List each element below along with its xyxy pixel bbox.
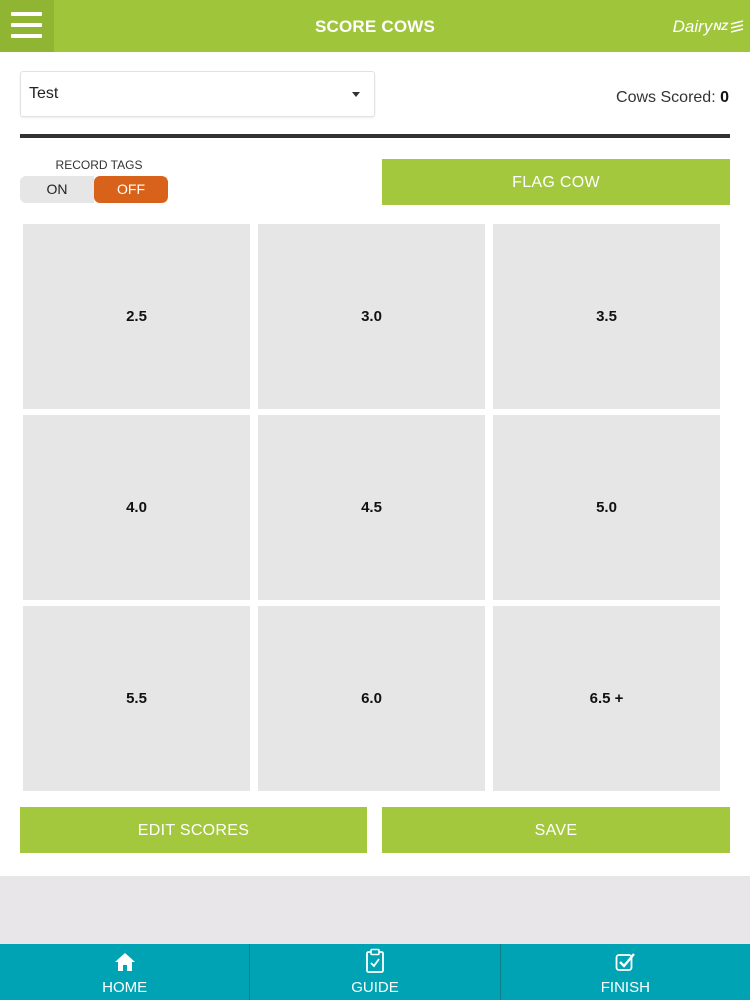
record-tags-label: RECORD TAGS: [55, 158, 143, 172]
score-button[interactable]: 5.0: [493, 415, 720, 600]
edit-scores-button[interactable]: EDIT SCORES: [20, 807, 367, 853]
herd-select-value: Test: [29, 85, 59, 102]
score-button[interactable]: 3.0: [258, 224, 485, 409]
record-tags-off[interactable]: OFF: [94, 176, 168, 203]
score-button[interactable]: 3.5: [493, 224, 720, 409]
cows-scored: Cows Scored: 0: [616, 89, 729, 107]
empty-area: [0, 876, 750, 944]
logo-suffix: NZ: [713, 21, 728, 33]
caret-down-icon: [352, 92, 360, 97]
save-button[interactable]: SAVE: [382, 807, 730, 853]
score-button[interactable]: 2.5: [23, 224, 250, 409]
logo-swoosh-icon: [730, 20, 744, 33]
herd-select[interactable]: Test: [20, 71, 375, 117]
divider: [20, 134, 730, 138]
bottom-nav: HOME GUIDE FINISH: [0, 944, 750, 1000]
score-button[interactable]: 4.5: [258, 415, 485, 600]
nav-finish-label: FINISH: [600, 979, 650, 996]
record-tags-on[interactable]: ON: [20, 176, 94, 203]
score-grid: 2.5 3.0 3.5 4.0 4.5 5.0 5.5 6.0 6.5 +: [23, 224, 720, 792]
nav-finish[interactable]: FINISH: [499, 944, 750, 1000]
score-button[interactable]: 4.0: [23, 415, 250, 600]
flag-cow-button[interactable]: FLAG COW: [382, 159, 730, 205]
page-title: SCORE COWS: [314, 17, 436, 36]
nav-guide[interactable]: GUIDE: [249, 944, 499, 1000]
score-button[interactable]: 6.5 +: [493, 606, 720, 791]
dairynz-logo: Dairy NZ: [673, 14, 744, 40]
logo-text: Dairy: [672, 17, 713, 36]
cows-scored-count: 0: [720, 89, 729, 106]
checkbox-icon: [615, 953, 636, 971]
record-tags-toggle[interactable]: ON OFF: [20, 176, 168, 203]
score-button[interactable]: 6.0: [258, 606, 485, 791]
nav-home-label: HOME: [102, 979, 148, 996]
clipboard-check-icon: [366, 948, 384, 973]
home-icon: [114, 953, 135, 971]
nav-home[interactable]: HOME: [0, 944, 249, 1000]
app-header: SCORE COWS Dairy NZ: [0, 0, 750, 52]
score-button[interactable]: 5.5: [23, 606, 250, 791]
nav-guide-label: GUIDE: [351, 979, 399, 996]
cows-scored-label: Cows Scored:: [616, 89, 716, 106]
